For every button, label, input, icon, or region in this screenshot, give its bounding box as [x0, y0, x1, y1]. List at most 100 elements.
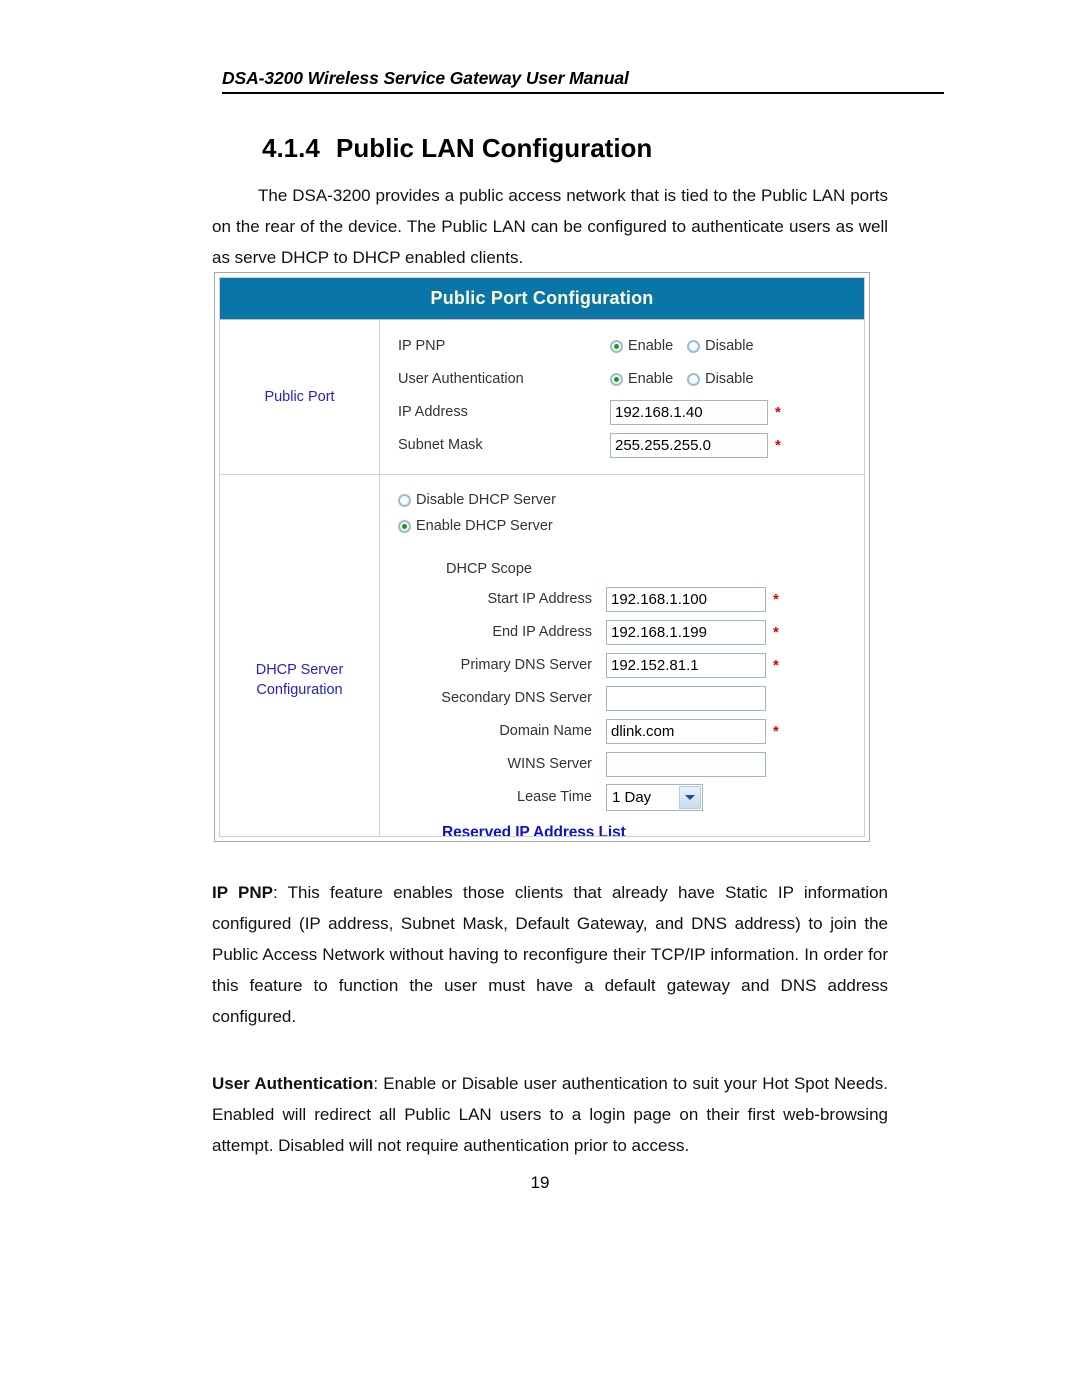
ip-pnp-radio-group: Enable Disable — [610, 338, 768, 354]
radio-unselected-icon — [398, 493, 411, 507]
dhcp-scope-heading: DHCP Scope — [446, 561, 532, 577]
user-authentication-radio-group: Enable Disable — [610, 371, 768, 387]
required-asterisk: * — [773, 656, 779, 674]
nav-dhcp-server-configuration[interactable]: DHCP Server Configuration — [220, 475, 380, 836]
header-rule — [222, 92, 944, 94]
radio-selected-icon — [398, 519, 411, 533]
end-ip-input[interactable]: 192.168.1.199 — [606, 619, 766, 645]
start-ip-label: Start IP Address — [487, 591, 592, 607]
page-number: 19 — [530, 1173, 550, 1192]
primary-dns-input[interactable]: 192.152.81.1 — [606, 652, 766, 678]
section-title: Public LAN Configuration — [336, 133, 653, 163]
domain-name-input[interactable]: dlink.com — [606, 718, 766, 744]
dhcp-disable-label: Disable DHCP Server — [416, 492, 556, 508]
dhcp-disable-row: Disable DHCP Server — [398, 487, 864, 513]
intro-paragraph: The DSA-3200 provides a public access ne… — [212, 186, 888, 267]
ip-pnp-disable-label: Disable — [705, 338, 754, 354]
end-ip-control: 192.168.1.199 * — [606, 619, 779, 645]
required-asterisk: * — [773, 722, 779, 740]
ip-pnp-enable-label: Enable — [628, 338, 674, 354]
required-asterisk: * — [775, 436, 781, 454]
row-lease-time: Lease Time 1 Day — [398, 781, 864, 813]
nav-dhcp-label: DHCP Server Configuration — [256, 660, 344, 700]
user-auth-enable-radio[interactable]: Enable — [610, 371, 673, 387]
row-subnet-mask: Subnet Mask 255.255.255.0 * — [398, 429, 864, 461]
public-port-configuration-screenshot: Public Port Configuration Public Port IP… — [214, 272, 870, 842]
panel-title: Public Port Configuration — [430, 288, 654, 308]
lease-time-value: 1 Day — [612, 788, 652, 806]
nav-dhcp-label-line1: DHCP Server — [255, 661, 344, 678]
running-header: DSA-3200 Wireless Service Gateway User M… — [222, 68, 944, 94]
row-secondary-dns: Secondary DNS Server * — [398, 682, 864, 714]
nav-public-port[interactable]: Public Port — [220, 320, 380, 474]
required-asterisk: * — [773, 623, 779, 641]
row-end-ip: End IP Address 192.168.1.199 * — [398, 616, 864, 648]
row-start-ip: Start IP Address 192.168.1.100 * — [398, 583, 864, 615]
radio-selected-icon — [610, 339, 623, 353]
user-auth-enable-label: Enable — [628, 371, 674, 387]
radio-unselected-icon — [687, 339, 701, 353]
start-ip-input[interactable]: 192.168.1.100 — [606, 586, 766, 612]
primary-dns-control: 192.152.81.1 * — [606, 652, 779, 678]
dhcp-scope-rows: Start IP Address 192.168.1.100 * End IP … — [398, 583, 864, 813]
secondary-dns-label: Secondary DNS Server — [441, 690, 592, 706]
domain-name-control: dlink.com * — [606, 718, 779, 744]
ip-address-input[interactable]: 192.168.1.40 — [610, 399, 768, 425]
dhcp-mode-radio-group: Disable DHCP Server Enable DHCP Server — [398, 487, 864, 539]
row-ip-pnp: IP PNP Enable Disable — [398, 330, 864, 362]
reserved-ip-address-list-link[interactable]: Reserved IP Address List — [442, 824, 626, 836]
panel-body: Public Port IP PNP Enable Disable User A… — [220, 320, 864, 836]
radio-unselected-icon — [687, 372, 701, 386]
row-primary-dns: Primary DNS Server 192.152.81.1 * — [398, 649, 864, 681]
ip-pnp-paragraph: IP PNP: This feature enables those clien… — [212, 877, 888, 1032]
start-ip-control: 192.168.1.100 * — [606, 586, 779, 612]
row-domain-name: Domain Name dlink.com * — [398, 715, 864, 747]
row-wins-server: WINS Server * — [398, 748, 864, 780]
user-auth-term: User Authentication — [212, 1074, 374, 1093]
ip-pnp-label: IP PNP — [398, 338, 446, 354]
radio-selected-icon — [610, 372, 623, 386]
running-header-text: DSA-3200 Wireless Service Gateway User M… — [222, 68, 629, 88]
lease-time-label: Lease Time — [517, 789, 592, 805]
public-port-fields: IP PNP Enable Disable User Authenticatio… — [380, 320, 864, 474]
ip-address-control: 192.168.1.40 * — [610, 399, 781, 425]
domain-name-label: Domain Name — [499, 723, 592, 739]
subnet-mask-control: 255.255.255.0 * — [610, 432, 781, 458]
secondary-dns-input[interactable] — [606, 685, 766, 711]
primary-dns-label: Primary DNS Server — [460, 657, 592, 673]
panel-title-bar: Public Port Configuration — [220, 278, 864, 320]
user-auth-disable-radio[interactable]: Disable — [687, 371, 754, 387]
nav-public-port-label: Public Port — [264, 389, 335, 405]
ip-pnp-disable-radio[interactable]: Disable — [687, 338, 754, 354]
required-asterisk: * — [775, 403, 781, 421]
row-user-authentication: User Authentication Enable Disable — [398, 363, 864, 395]
end-ip-label: End IP Address — [492, 624, 592, 640]
dhcp-enable-row: Enable DHCP Server — [398, 513, 864, 539]
row-ip-address: IP Address 192.168.1.40 * — [398, 396, 864, 428]
user-authentication-label: User Authentication — [398, 371, 524, 387]
lease-time-control: 1 Day — [606, 783, 703, 811]
lease-time-select[interactable]: 1 Day — [606, 783, 703, 811]
nav-dhcp-label-line2: Configuration — [256, 681, 343, 698]
ip-address-label: IP Address — [398, 404, 468, 420]
user-authentication-paragraph: User Authentication: Enable or Disable u… — [212, 1068, 888, 1161]
dhcp-enable-label: Enable DHCP Server — [416, 518, 553, 534]
subnet-mask-label: Subnet Mask — [398, 437, 483, 453]
dhcp-disable-radio[interactable]: Disable DHCP Server — [398, 492, 556, 508]
public-port-section: Public Port IP PNP Enable Disable User A… — [220, 320, 864, 475]
ui-panel: Public Port Configuration Public Port IP… — [219, 277, 865, 837]
user-auth-disable-label: Disable — [705, 371, 754, 387]
wins-server-control: * — [606, 751, 779, 777]
secondary-dns-control: * — [606, 685, 779, 711]
subnet-mask-input[interactable]: 255.255.255.0 — [610, 432, 768, 458]
wins-server-input[interactable] — [606, 751, 766, 777]
ip-pnp-body: : This feature enables those clients tha… — [212, 883, 889, 1026]
chevron-down-icon[interactable] — [679, 785, 701, 809]
ip-pnp-term: IP PNP — [212, 883, 273, 902]
section-number: 4.1.4 — [262, 133, 320, 163]
dhcp-server-section: DHCP Server Configuration Disable DHCP S… — [220, 475, 864, 836]
page-title: 4.1.4 Public LAN Configuration — [262, 133, 652, 164]
dhcp-fields: Disable DHCP Server Enable DHCP Server D… — [380, 475, 864, 836]
ip-pnp-enable-radio[interactable]: Enable — [610, 338, 673, 354]
dhcp-enable-radio[interactable]: Enable DHCP Server — [398, 518, 553, 534]
